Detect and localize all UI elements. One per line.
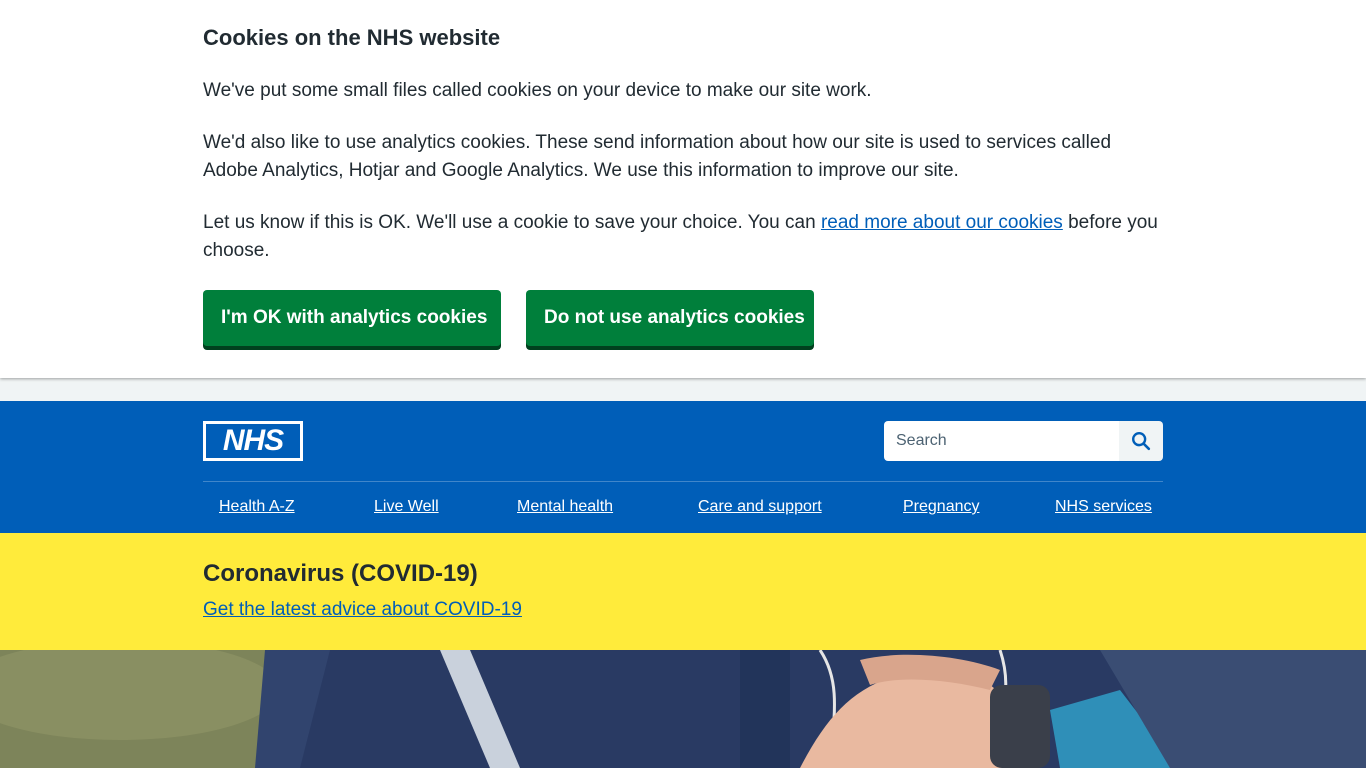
hero-illustration [0,650,1366,768]
cookie-analytics-text: We'd also like to use analytics cookies.… [203,132,1112,181]
covid-banner-title: Coronavirus (COVID-19) [203,560,478,587]
nav-item-health-a-z[interactable]: Health A-Z [219,498,295,516]
search-input[interactable] [884,421,1119,461]
cookie-intro-text: We've put some small files called cookie… [203,80,872,101]
reject-analytics-cookies-button[interactable]: Do not use analytics cookies [526,290,814,346]
nav-item-mental-health[interactable]: Mental health [517,498,613,516]
cookie-choice-text-start: Let us know if this is OK. We'll use a c… [203,212,821,233]
site-header: NHS Health A-Z Live Well Mental health C… [0,401,1366,533]
cookie-banner: Cookies on the NHS website We've put som… [0,0,1366,378]
cookie-banner-title: Cookies on the NHS website [203,25,501,50]
nhs-logo[interactable]: NHS [203,421,303,461]
nav-item-nhs-services[interactable]: NHS services [1055,498,1152,516]
nav-item-pregnancy[interactable]: Pregnancy [903,498,980,516]
covid-advice-link[interactable]: Get the latest advice about COVID-19 [203,599,522,621]
search-button[interactable] [1119,421,1163,461]
nhs-logo-text: NHS [206,424,300,458]
covid-banner: Coronavirus (COVID-19) Get the latest ad… [0,533,1366,650]
primary-navigation: Health A-Z Live Well Mental health Care … [203,482,1163,533]
read-more-cookies-link[interactable]: read more about our cookies [821,212,1063,233]
cookie-choice-text: Let us know if this is OK. We'll use a c… [203,209,1163,265]
nav-item-live-well[interactable]: Live Well [374,498,439,516]
accept-analytics-cookies-button[interactable]: I'm OK with analytics cookies [203,290,501,346]
hero-image [0,650,1366,768]
search-icon [1132,431,1151,450]
search-form [884,421,1163,461]
nav-item-care-and-support[interactable]: Care and support [698,498,822,516]
